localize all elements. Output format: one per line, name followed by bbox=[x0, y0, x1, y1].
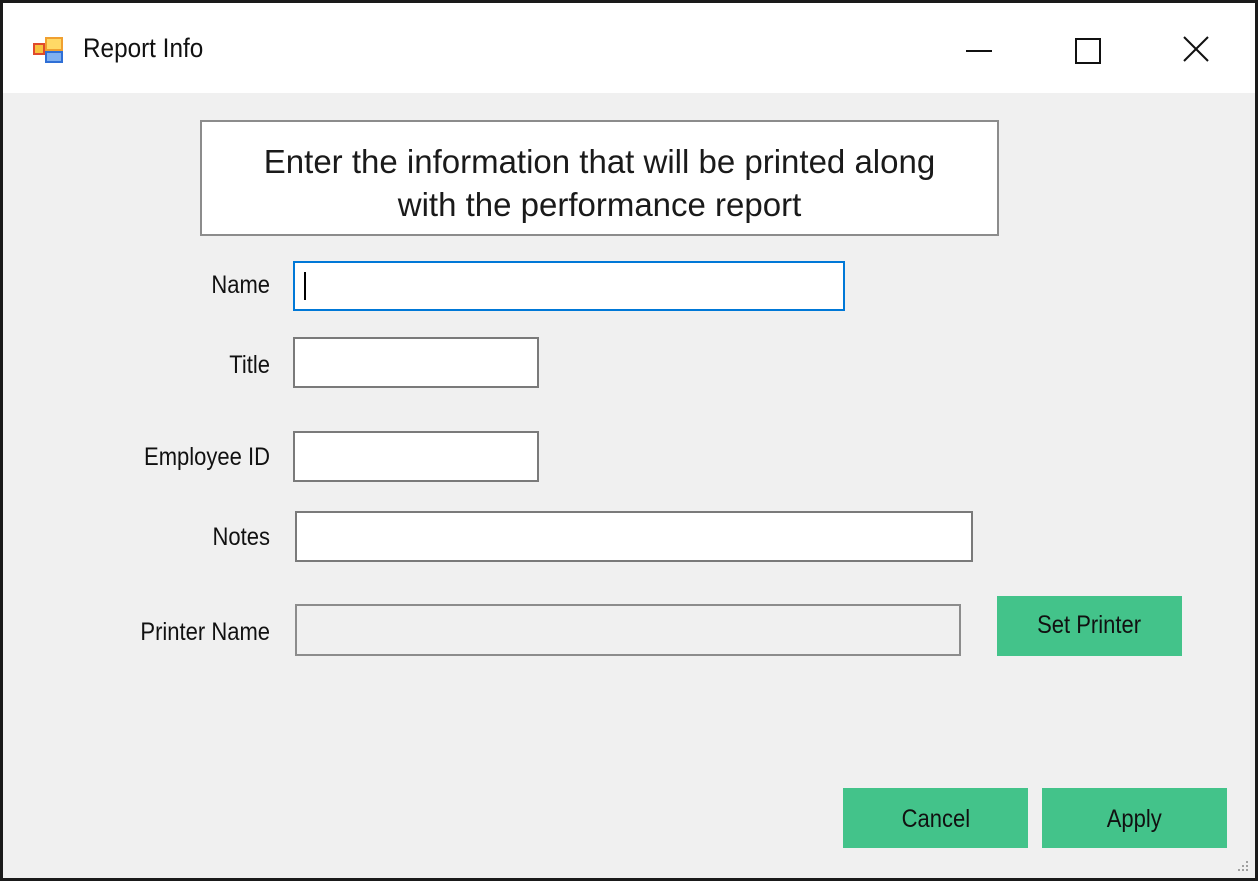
printer-name-input bbox=[295, 604, 961, 656]
cancel-button[interactable]: Cancel bbox=[843, 788, 1028, 848]
resize-grip-icon[interactable] bbox=[1235, 858, 1249, 872]
set-printer-label: Set Printer bbox=[1037, 611, 1142, 639]
close-button[interactable] bbox=[1168, 25, 1228, 75]
title-input[interactable] bbox=[293, 337, 539, 388]
printer-name-label: Printer Name bbox=[140, 618, 270, 646]
set-printer-button[interactable]: Set Printer bbox=[997, 596, 1182, 656]
notes-input[interactable] bbox=[295, 511, 973, 562]
apply-label: Apply bbox=[1106, 805, 1163, 833]
instruction-text: Enter the information that will be print… bbox=[263, 143, 936, 223]
windows-form-icon bbox=[33, 37, 63, 63]
employee-id-label: Employee ID bbox=[144, 443, 270, 471]
window-title: Report Info bbox=[83, 33, 204, 63]
name-label: Name bbox=[211, 271, 270, 299]
minimize-button[interactable] bbox=[949, 25, 1009, 75]
employee-id-input[interactable] bbox=[293, 431, 539, 482]
apply-button[interactable]: Apply bbox=[1042, 788, 1227, 848]
notes-label: Notes bbox=[212, 523, 270, 551]
title-bar[interactable]: Report Info bbox=[3, 3, 1255, 93]
instruction-banner: Enter the information that will be print… bbox=[200, 120, 999, 236]
maximize-button[interactable] bbox=[1061, 25, 1121, 75]
title-label: Title bbox=[229, 351, 270, 379]
text-caret bbox=[304, 272, 306, 300]
report-info-window: Report Info Enter the information that w… bbox=[0, 0, 1258, 881]
cancel-label: Cancel bbox=[901, 805, 970, 833]
name-input[interactable] bbox=[293, 261, 845, 311]
